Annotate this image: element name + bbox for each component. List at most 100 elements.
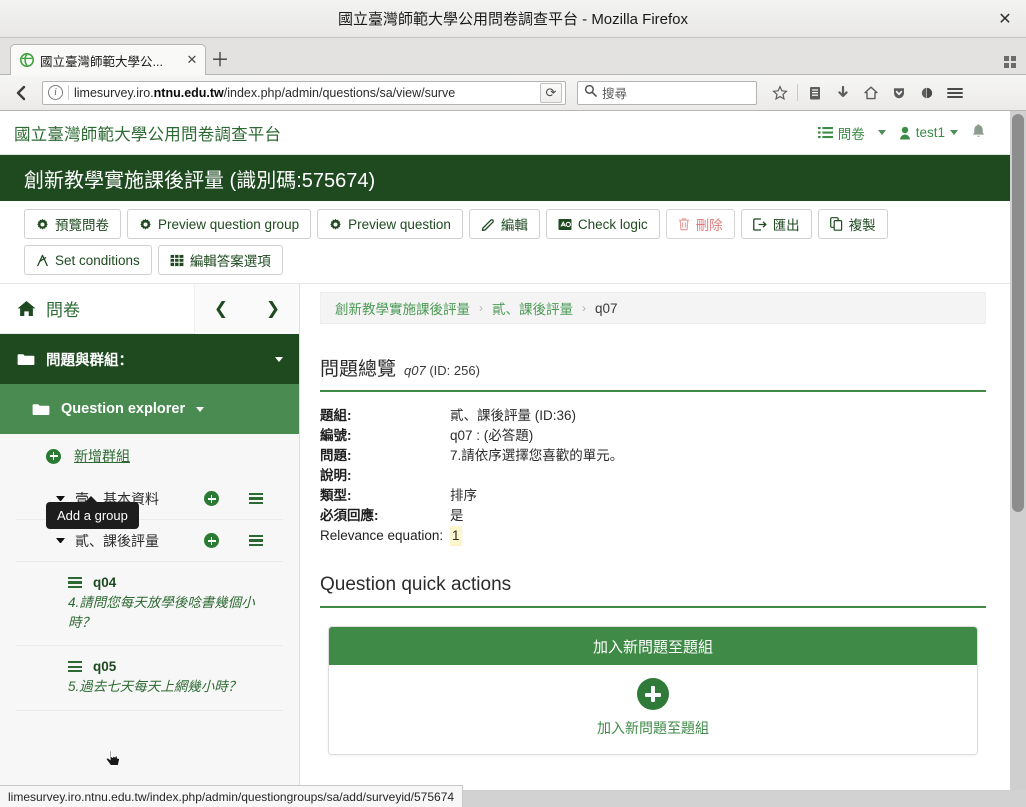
detail-value: 貳、課後評量 (ID:36): [450, 408, 577, 423]
detail-label: 類型:: [320, 488, 352, 503]
edit-answer-options-label: 編輯答案選項: [189, 254, 271, 269]
user-icon: [899, 126, 911, 140]
grid-view-icon[interactable]: [1004, 56, 1016, 68]
breadcrumb-separator: ›: [479, 301, 483, 315]
header-user-menu[interactable]: test1: [899, 125, 958, 140]
shield-icon[interactable]: [886, 80, 912, 106]
detail-label: 說明:: [320, 468, 352, 483]
page-scrollbar-thumb[interactable]: [1012, 114, 1024, 512]
notification-bell-icon[interactable]: [971, 123, 986, 143]
detail-value: 排序: [450, 488, 477, 503]
preview-question-group-label: Preview question group: [158, 216, 300, 232]
search-bar[interactable]: 搜尋: [577, 80, 757, 105]
sidebar-group-actions: [204, 533, 263, 548]
breadcrumb-group[interactable]: 貳、課後評量: [492, 298, 573, 318]
window-title: 國立臺灣師範大學公用問卷調查平台 - Mozilla Firefox: [337, 11, 689, 28]
header-user-caret-icon[interactable]: [950, 130, 958, 135]
group-list-icon[interactable]: [249, 492, 263, 505]
tab-title: 國立臺灣師範大學公...: [40, 54, 163, 69]
add-group-row[interactable]: 新增群組: [0, 434, 299, 478]
chevron-down-icon[interactable]: [196, 406, 205, 412]
breadcrumb-survey[interactable]: 創新教學實施課後評量: [335, 298, 470, 318]
question-overview-code: q07: [404, 363, 426, 378]
account-icon[interactable]: [914, 80, 940, 106]
detail-row-help: 說明:: [320, 466, 986, 486]
edit-answer-options-button[interactable]: 編輯答案選項: [157, 245, 283, 275]
reload-icon[interactable]: ⟳: [540, 82, 562, 103]
detail-row-group: 題組: 貳、課後評量 (ID:36): [320, 406, 986, 426]
export-icon: [752, 217, 767, 231]
caret-down-icon[interactable]: [56, 496, 65, 501]
quick-actions-section: Question quick actions: [320, 574, 986, 608]
plus-circle-icon: [46, 448, 61, 464]
content-split: 問卷 ❮ ❯ 問題與群組： Question explorer 新增群組 壹、基…: [0, 284, 1010, 803]
back-icon[interactable]: [8, 80, 36, 106]
export-button[interactable]: 匯出: [740, 209, 812, 239]
group-list-icon[interactable]: [249, 534, 263, 547]
add-question-card-link[interactable]: 加入新問題至題組: [597, 718, 709, 738]
delete-button[interactable]: 刪除: [665, 209, 735, 239]
download-icon[interactable]: [830, 80, 856, 106]
sidebar-question-code: q05: [93, 659, 117, 675]
question-overview-title: 問題總覽: [320, 359, 397, 380]
trash-icon: [678, 217, 690, 231]
detail-value: 1: [450, 526, 462, 546]
next-question-button[interactable]: ❯: [247, 284, 299, 334]
add-question-card[interactable]: 加入新問題至題組 加入新問題至題組: [328, 626, 978, 755]
caret-down-icon[interactable]: [56, 538, 65, 543]
check-logic-button[interactable]: Check logic: [545, 209, 660, 239]
browser-titlebar: 國立臺灣師範大學公用問卷調查平台 - Mozilla Firefox ✕: [0, 0, 1026, 38]
browser-tab[interactable]: 國立臺灣師範大學公... ✕: [10, 44, 206, 75]
header-user-label: test1: [915, 125, 945, 140]
url-bar[interactable]: i limesurvey.iro.ntnu.edu.tw/index.php/a…: [42, 80, 566, 105]
page-title: 創新教學實施課後評量 (識別碼:575674): [24, 169, 376, 192]
sidebar-section-questions-groups[interactable]: 問題與群組：: [0, 334, 299, 384]
detail-row-code: 編號: q07 : (必答題): [320, 426, 986, 446]
detail-label: 問題:: [320, 448, 352, 463]
add-question-card-body[interactable]: 加入新問題至題組: [329, 665, 977, 754]
home-icon[interactable]: [858, 80, 884, 106]
search-input[interactable]: 搜尋: [602, 83, 627, 102]
set-conditions-button[interactable]: Set conditions: [24, 245, 152, 275]
check-logic-icon: [558, 218, 572, 231]
page-scrollbar-track[interactable]: [1010, 111, 1026, 803]
add-group-link[interactable]: 新增群組: [74, 446, 130, 466]
copy-button[interactable]: 複製: [817, 209, 888, 239]
add-question-icon[interactable]: [204, 491, 219, 506]
add-question-icon[interactable]: [204, 533, 219, 548]
sidebar-question-item[interactable]: q04 4.請問您每天放學後唸書幾個小時？: [16, 562, 283, 647]
question-list-icon: [68, 576, 82, 589]
prev-question-button[interactable]: ❮: [195, 284, 247, 334]
preview-question-label: Preview question: [348, 216, 451, 232]
survey-title-bar: 創新教學實施課後評量 (識別碼:575674): [0, 155, 1010, 201]
site-info-icon[interactable]: i: [48, 85, 63, 100]
question-overview-id: (ID: 256): [429, 363, 480, 378]
sidebar-home-link[interactable]: 問卷: [0, 296, 194, 321]
window-close-icon[interactable]: ✕: [992, 6, 1018, 32]
plus-circle-icon[interactable]: [637, 678, 669, 710]
status-bar: limesurvey.iro.ntnu.edu.tw/index.php/adm…: [0, 785, 464, 807]
sidebar-question-code: q04: [93, 575, 117, 590]
url-path: /index.php/admin/questions/sa/view/surve: [223, 85, 456, 100]
gear-icon: [329, 218, 342, 231]
library-icon[interactable]: [802, 80, 828, 106]
sidebar-question-item[interactable]: q05 5.過去七天每天上網幾小時？: [16, 646, 283, 711]
tab-close-icon[interactable]: ✕: [185, 52, 199, 68]
browser-toolbar-icons: [767, 80, 968, 106]
chevron-down-icon[interactable]: [275, 356, 283, 362]
preview-survey-button[interactable]: 預覽問卷: [24, 209, 121, 239]
preview-question-group-button[interactable]: Preview question group: [127, 209, 312, 239]
question-list-icon: [68, 660, 82, 673]
new-tab-button[interactable]: ＋: [206, 43, 234, 74]
preview-question-button[interactable]: Preview question: [317, 209, 463, 239]
header-surveys-caret-icon[interactable]: [877, 130, 886, 135]
gear-icon: [139, 218, 152, 231]
sidebar-section-question-explorer[interactable]: Question explorer: [0, 384, 299, 434]
toolbar-divider: [797, 84, 798, 101]
breadcrumb-separator: ›: [582, 301, 586, 315]
hamburger-menu-icon[interactable]: [942, 80, 968, 106]
bookmark-star-icon[interactable]: [767, 80, 793, 106]
header-surveys-menu[interactable]: 問卷: [817, 123, 865, 143]
sidebar-nav-arrows: ❮ ❯: [194, 284, 299, 334]
edit-button[interactable]: 編輯: [468, 209, 540, 239]
